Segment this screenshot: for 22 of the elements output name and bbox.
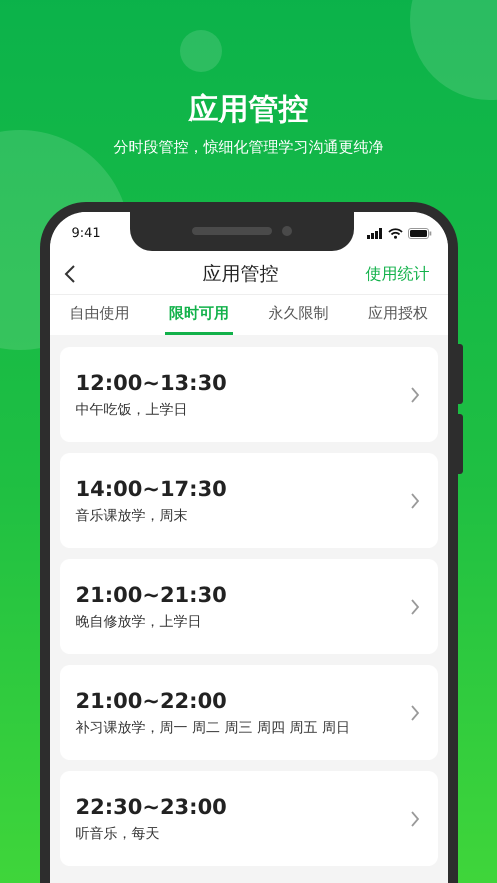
tab[interactable]: 应用授权 bbox=[364, 295, 432, 335]
schedule-note: 中午吃饭，上学日 bbox=[76, 400, 188, 418]
schedule-time: 14:00~17:30 bbox=[76, 476, 227, 500]
schedule-note: 音乐课放学，周末 bbox=[76, 506, 188, 524]
schedule-card[interactable]: 21:00~21:30 晚自修放学，上学日 bbox=[60, 559, 438, 654]
page-title: 应用管控 bbox=[188, 92, 308, 128]
tab[interactable]: 自由使用 bbox=[65, 295, 134, 335]
nav-title: 应用管控 bbox=[202, 262, 278, 287]
schedule-note: 晚自修放学，上学日 bbox=[76, 612, 202, 630]
schedule-time: 12:00~13:30 bbox=[76, 370, 227, 394]
schedule-note: 补习课放学，周一 周二 周三 周四 周五 周日 bbox=[76, 718, 350, 736]
schedule-card[interactable]: 22:30~23:00 听音乐，每天 bbox=[60, 771, 438, 866]
schedule-time: 22:30~23:00 bbox=[76, 794, 227, 818]
tab[interactable]: 永久限制 bbox=[264, 295, 332, 335]
schedule-card[interactable]: 12:00~13:30 中午吃饭，上学日 bbox=[60, 347, 438, 442]
schedule-card[interactable]: 14:00~17:30 音乐课放学，周末 bbox=[60, 453, 438, 548]
status-time: 9:41 bbox=[72, 226, 101, 240]
schedule-card[interactable]: 21:00~22:00 补习课放学，周一 周二 周三 周四 周五 周日 bbox=[60, 665, 438, 760]
schedule-note: 听音乐，每天 bbox=[76, 824, 160, 842]
page-subtitle: 分时段管控，惊细化管理学习沟通更纯净 bbox=[114, 137, 384, 158]
schedule-time: 21:00~22:00 bbox=[76, 688, 228, 712]
schedule-time: 21:00~21:30 bbox=[76, 582, 227, 606]
